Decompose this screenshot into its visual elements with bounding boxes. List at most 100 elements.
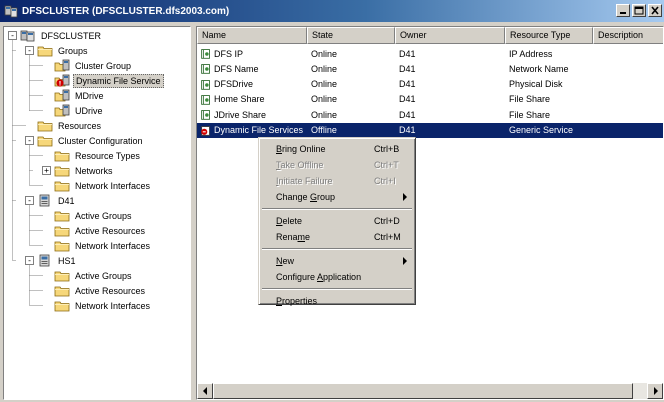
resource-name: JDrive Share [214, 109, 267, 120]
folder-icon [54, 226, 70, 237]
tree-item-label: Network Interfaces [75, 300, 151, 311]
menu-item-label: Rename [276, 232, 311, 242]
tree-item[interactable]: Network Interfaces [54, 298, 152, 313]
tree-item-label: Active Resources [75, 225, 146, 236]
collapse-toggle[interactable]: - [8, 31, 17, 40]
resource-name: Dynamic File Services [214, 125, 304, 135]
menu-item-configure-application[interactable]: Configure Application [261, 269, 413, 285]
resource-state-cell: Online [311, 63, 338, 74]
expand-toggle[interactable]: + [42, 166, 51, 175]
tree-item[interactable]: - DFSCLUSTER [8, 28, 103, 43]
menu-item-label: Configure Application [276, 272, 362, 282]
resource-row[interactable]: JDrive Share Online D41 File Share [197, 107, 663, 122]
arrow-right-icon [654, 387, 658, 395]
column-header[interactable]: Description [593, 27, 663, 44]
tree-item[interactable]: Network Interfaces [54, 238, 152, 253]
tree-item-label: Active Resources [75, 285, 146, 296]
resource-name: DFSDrive [214, 79, 254, 90]
tree-item[interactable]: UDrive [54, 103, 105, 118]
tree-item[interactable]: - Cluster Configuration [25, 133, 145, 148]
tree-item[interactable]: Network Interfaces [54, 178, 152, 193]
resource-name: DFS IP [214, 48, 244, 59]
column-header[interactable]: Resource Type [505, 27, 593, 44]
folder-icon [37, 121, 53, 132]
menu-item-take-offline[interactable]: Take Offline Ctrl+T [261, 157, 413, 173]
tree-item[interactable]: - HS1 [25, 253, 78, 268]
menu-item-rename[interactable]: Rename Ctrl+M [261, 229, 413, 245]
tree-item[interactable]: ! Dynamic File Service [54, 73, 164, 88]
close-button[interactable] [648, 4, 662, 17]
resource-name: DFS Name [214, 63, 259, 74]
column-header[interactable]: Owner [395, 27, 505, 44]
cluster-admin-icon [4, 5, 18, 18]
minimize-icon [620, 12, 626, 14]
menu-shortcut: Ctrl+I [374, 176, 396, 186]
tree-item[interactable]: + Networks [42, 163, 115, 178]
menu-shortcut: Ctrl+M [374, 232, 401, 242]
scroll-right-button[interactable] [647, 383, 663, 399]
tree-item[interactable]: Active Groups [54, 208, 134, 223]
menu-item-properties[interactable]: Properties [261, 293, 413, 309]
menu-separator [262, 288, 412, 290]
column-header[interactable]: Name [197, 27, 307, 44]
collapse-toggle[interactable]: - [25, 256, 34, 265]
tree-item-label: Resource Types [75, 150, 140, 161]
resource-name-cell: Home Share [197, 93, 307, 106]
tree-item-label: UDrive [75, 105, 103, 116]
cluster-icon [20, 30, 35, 42]
collapse-toggle[interactable]: - [25, 136, 34, 145]
resource-owner-cell: D41 [399, 79, 416, 90]
tree-item[interactable]: Active Groups [54, 268, 134, 283]
tree-item[interactable]: Resource Types [54, 148, 142, 163]
cluster-administrator-window: DFSCLUSTER (DFSCLUSTER.dfs2003.com) - DFS… [0, 0, 664, 402]
resource-type-cell: Network Name [509, 63, 569, 74]
scroll-left-button[interactable] [197, 383, 213, 399]
submenu-arrow-icon [403, 257, 407, 265]
resource-row[interactable]: DFSDrive Online D41 Physical Disk [197, 77, 663, 92]
collapse-toggle[interactable]: - [25, 46, 34, 55]
resource-row[interactable]: DFS IP Online D41 IP Address [197, 46, 663, 61]
scroll-thumb[interactable] [213, 383, 633, 399]
tree-item[interactable]: Active Resources [54, 283, 147, 298]
tree-item[interactable]: - Groups [25, 43, 90, 58]
menu-item-delete[interactable]: Delete Ctrl+D [261, 213, 413, 229]
folder-icon [54, 241, 70, 252]
tree-item-label: D41 [58, 195, 75, 206]
tree-item[interactable]: Active Resources [54, 223, 147, 238]
menu-item-change-group[interactable]: Change Group [261, 189, 413, 205]
resource-owner-cell: D41 [399, 48, 416, 59]
list-header: Name State Owner Resource Type Description [197, 27, 663, 44]
tree-item-label: HS1 [58, 255, 76, 266]
resource-row[interactable]: DFS Name Online D41 Network Name [197, 61, 663, 76]
horizontal-scrollbar[interactable] [197, 383, 663, 399]
tree-item-label: Active Groups [75, 270, 132, 281]
title-bar[interactable]: DFSCLUSTER (DFSCLUSTER.dfs2003.com) [0, 0, 664, 22]
column-header[interactable]: State [307, 27, 395, 44]
menu-item-bring-online[interactable]: Bring Online Ctrl+B [261, 141, 413, 157]
menu-item-initiate-failure[interactable]: Initiate Failure Ctrl+I [261, 173, 413, 189]
cluster-tree-view[interactable]: - DFSCLUSTER - Groups Cluster Group! Dynamic … [3, 26, 191, 400]
minimize-button[interactable] [616, 4, 630, 17]
resource-name-cell: JDrive Share [197, 108, 307, 121]
maximize-button[interactable] [632, 4, 646, 17]
resource-state-cell: Offline [311, 125, 337, 135]
tree-item-label: DFSCLUSTER [41, 30, 102, 41]
resource-row[interactable]: Dynamic File Services Offline D41 Generic S… [197, 122, 663, 138]
menu-item-label: Change Group [276, 192, 336, 202]
close-icon [651, 6, 659, 15]
menu-item-label: Take Offline [276, 160, 324, 170]
resource-owner-cell: D41 [399, 109, 416, 120]
resource-owner-cell: D41 [399, 63, 416, 74]
tree-item[interactable]: Cluster Group [54, 58, 133, 73]
tree-item-label: Dynamic File Service [73, 73, 164, 88]
server-icon [39, 254, 50, 267]
tree-item[interactable]: Resources [37, 118, 103, 133]
menu-item-new[interactable]: New [261, 253, 413, 269]
tree-item[interactable]: MDrive [54, 88, 106, 103]
collapse-toggle[interactable]: - [25, 196, 34, 205]
tree-item[interactable]: - D41 [25, 193, 77, 208]
resource-row[interactable]: Home Share Online D41 File Share [197, 92, 663, 107]
arrow-left-icon [203, 387, 207, 395]
resource-name-cell: Dynamic File Services [197, 124, 307, 137]
resource-name-cell: DFSDrive [197, 78, 307, 91]
